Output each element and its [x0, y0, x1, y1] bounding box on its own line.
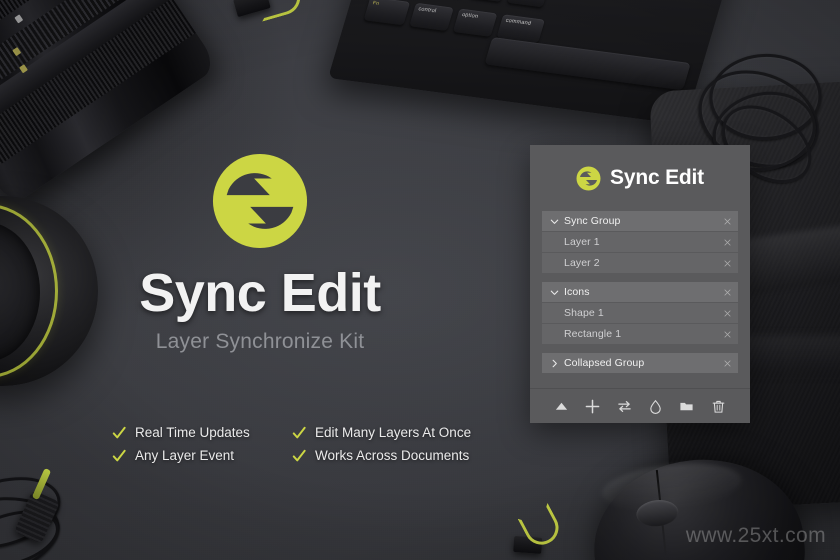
layer-row[interactable]: Layer 2	[542, 253, 738, 273]
swap-arrows-icon[interactable]	[617, 399, 632, 414]
sync-circle-logo-icon	[211, 152, 309, 250]
check-icon	[112, 449, 126, 463]
layer-label: Rectangle 1	[549, 328, 723, 340]
close-icon[interactable]	[723, 309, 732, 318]
key-control: control	[409, 3, 454, 31]
panel-toolbar	[530, 389, 750, 423]
feature-label: Any Layer Event	[135, 448, 234, 463]
watermark: www.25xt.com	[686, 524, 826, 548]
layer-row[interactable]: Rectangle 1	[542, 324, 738, 344]
group-label: Sync Group	[564, 215, 723, 227]
feature-label: Real Time Updates	[135, 425, 250, 440]
layer-label: Shape 1	[549, 307, 723, 319]
check-icon	[112, 426, 126, 440]
key-blank-4	[469, 0, 508, 2]
feature-list: Real Time Updates Edit Many Layers At On…	[112, 425, 471, 463]
page-title: Sync Edit	[139, 266, 381, 320]
group-header-row[interactable]: Icons	[542, 282, 738, 302]
page-subtitle: Layer Synchronize Kit	[156, 330, 364, 354]
close-icon[interactable]	[723, 359, 732, 368]
close-icon[interactable]	[723, 238, 732, 247]
chevron-down-icon[interactable]	[549, 216, 560, 227]
close-icon[interactable]	[723, 288, 732, 297]
feature-item: Any Layer Event	[112, 448, 282, 463]
panel-title: Sync Edit	[610, 166, 704, 190]
layer-group: Sync Group Layer 1 Layer 2	[542, 211, 738, 273]
check-icon	[292, 449, 306, 463]
key-spacebar	[484, 37, 690, 90]
droplet-icon[interactable]	[648, 399, 663, 414]
triangle-up-icon[interactable]	[554, 399, 569, 414]
sync-circle-logo-icon	[576, 166, 601, 191]
layer-group: Icons Shape 1 Rectangle 1	[542, 282, 738, 344]
layer-label: Layer 2	[549, 257, 723, 269]
audio-jack-cable-object	[0, 446, 166, 560]
feature-item: Real Time Updates	[112, 425, 282, 440]
layer-row[interactable]: Shape 1	[542, 303, 738, 323]
hero-branding: Sync Edit Layer Synchronize Kit	[0, 152, 520, 354]
group-header-row[interactable]: Sync Group	[542, 211, 738, 231]
key-option: option	[453, 9, 498, 37]
close-icon[interactable]	[723, 259, 732, 268]
close-icon[interactable]	[723, 330, 732, 339]
feature-label: Edit Many Layers At Once	[315, 425, 471, 440]
layer-label: Layer 1	[549, 236, 723, 248]
layer-row[interactable]: Layer 1	[542, 232, 738, 252]
panel-header: Sync Edit	[530, 145, 750, 211]
group-header-row[interactable]: Collapsed Group	[542, 353, 738, 373]
check-icon	[292, 426, 306, 440]
layer-list[interactable]: Sync Group Layer 1 Layer 2	[530, 211, 750, 388]
close-icon[interactable]	[723, 217, 732, 226]
feature-item: Edit Many Layers At Once	[292, 425, 471, 440]
layer-group: Collapsed Group	[542, 353, 738, 373]
trash-icon[interactable]	[711, 399, 726, 414]
chevron-right-icon[interactable]	[549, 358, 560, 369]
plus-icon[interactable]	[585, 399, 600, 414]
key-fn: Fn	[364, 0, 411, 25]
key-command-mid: ⌘	[507, 0, 550, 7]
group-label: Icons	[564, 286, 723, 298]
folder-icon[interactable]	[679, 399, 694, 414]
group-label: Collapsed Group	[564, 357, 723, 369]
sync-edit-panel[interactable]: Sync Edit Sync Group Layer 1 Layer 2	[530, 145, 750, 423]
chevron-down-icon[interactable]	[549, 287, 560, 298]
feature-item: Works Across Documents	[292, 448, 471, 463]
feature-label: Works Across Documents	[315, 448, 469, 463]
